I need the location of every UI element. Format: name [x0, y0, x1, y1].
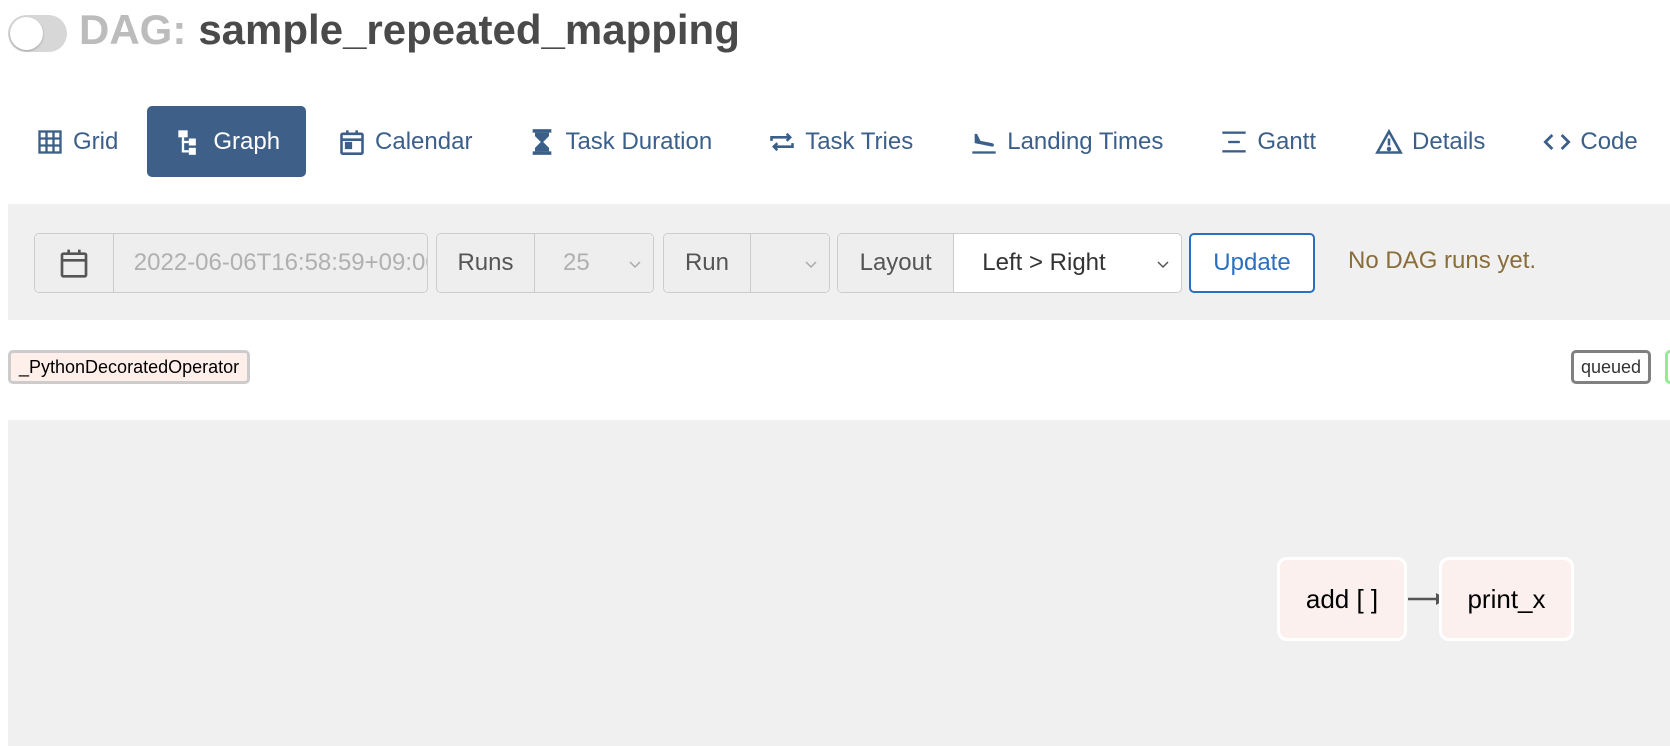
- calendar-icon: [58, 247, 90, 279]
- chevron-down-icon: [805, 261, 817, 269]
- chevron-down-icon: [1157, 261, 1169, 269]
- state-legend-next: [1665, 350, 1670, 384]
- grid-icon: [35, 127, 65, 157]
- gantt-icon: [1219, 127, 1249, 157]
- layout-select[interactable]: Left > Right: [954, 234, 1181, 292]
- graph-canvas[interactable]: add [ ] print_x: [8, 420, 1670, 746]
- dag-header: DAG: sample_repeated_mapping: [8, 6, 740, 54]
- tab-landing-times-label: Landing Times: [1007, 127, 1164, 155]
- tab-details-label: Details: [1412, 127, 1486, 155]
- plane-landing-icon: [969, 127, 999, 157]
- runs-label: Runs: [437, 234, 535, 292]
- tab-task-tries-label: Task Tries: [805, 127, 914, 155]
- run-group: Run: [663, 233, 830, 293]
- no-runs-status: No DAG runs yet.: [1348, 247, 1537, 274]
- task-node-add[interactable]: add [ ]: [1277, 557, 1407, 641]
- toggle-knob: [10, 16, 43, 50]
- tab-task-tries[interactable]: Task Tries: [737, 106, 939, 177]
- dag-title[interactable]: sample_repeated_mapping: [198, 6, 740, 54]
- state-legend-queued: queued: [1571, 350, 1652, 384]
- layout-group: Layout Left > Right: [837, 233, 1182, 293]
- tab-grid-label: Grid: [73, 127, 119, 155]
- runs-select[interactable]: 25: [534, 234, 653, 292]
- warning-triangle-icon: [1374, 127, 1404, 157]
- tab-code[interactable]: Code: [1514, 106, 1638, 177]
- tab-grid[interactable]: Grid: [7, 106, 147, 177]
- graph-toolbar: Runs 25 Run Layout Left > Right Update N…: [8, 204, 1670, 320]
- calendar-icon: [337, 127, 367, 157]
- base-date-group: [34, 233, 428, 293]
- chevron-down-icon: [629, 261, 641, 269]
- layout-select-value: Left > Right: [982, 249, 1106, 276]
- tab-gantt-label: Gantt: [1257, 127, 1317, 155]
- code-icon: [1542, 127, 1572, 157]
- update-button[interactable]: Update: [1189, 233, 1315, 293]
- tab-calendar-label: Calendar: [375, 127, 473, 155]
- pause-toggle[interactable]: [8, 14, 67, 52]
- dag-prefix: DAG:: [79, 6, 187, 53]
- base-date-field[interactable]: [113, 234, 427, 292]
- runs-select-value: 25: [562, 249, 590, 276]
- tab-calendar[interactable]: Calendar: [306, 106, 497, 177]
- tab-details[interactable]: Details: [1344, 106, 1514, 177]
- tab-landing-times[interactable]: Landing Times: [939, 106, 1189, 177]
- dag-graph-page: DAG: sample_repeated_mapping Grid Graph …: [0, 0, 1670, 746]
- hourglass-icon: [527, 127, 557, 157]
- tab-code-label: Code: [1580, 127, 1638, 155]
- graph-icon: [175, 127, 205, 157]
- task-node-label: add [ ]: [1305, 583, 1379, 614]
- task-node-label: print_x: [1467, 583, 1546, 614]
- runs-group: Runs 25: [436, 233, 654, 293]
- tab-gantt[interactable]: Gantt: [1189, 106, 1344, 177]
- base-date-input[interactable]: [113, 249, 427, 277]
- base-date-calendar-button[interactable]: [35, 234, 114, 292]
- task-node-print-x[interactable]: print_x: [1439, 557, 1574, 641]
- operator-legend-badge: _PythonDecoratedOperator: [8, 350, 251, 384]
- view-tabs: Grid Graph Calendar Task Duration Task T…: [0, 106, 1638, 177]
- tab-task-duration[interactable]: Task Duration: [497, 106, 737, 177]
- layout-label: Layout: [838, 234, 955, 292]
- run-label: Run: [664, 234, 751, 292]
- run-select[interactable]: [750, 234, 829, 292]
- retry-icon: [767, 127, 797, 157]
- tab-graph-label: Graph: [213, 127, 281, 155]
- tab-graph[interactable]: Graph: [147, 106, 307, 177]
- tab-task-duration-label: Task Duration: [565, 127, 713, 155]
